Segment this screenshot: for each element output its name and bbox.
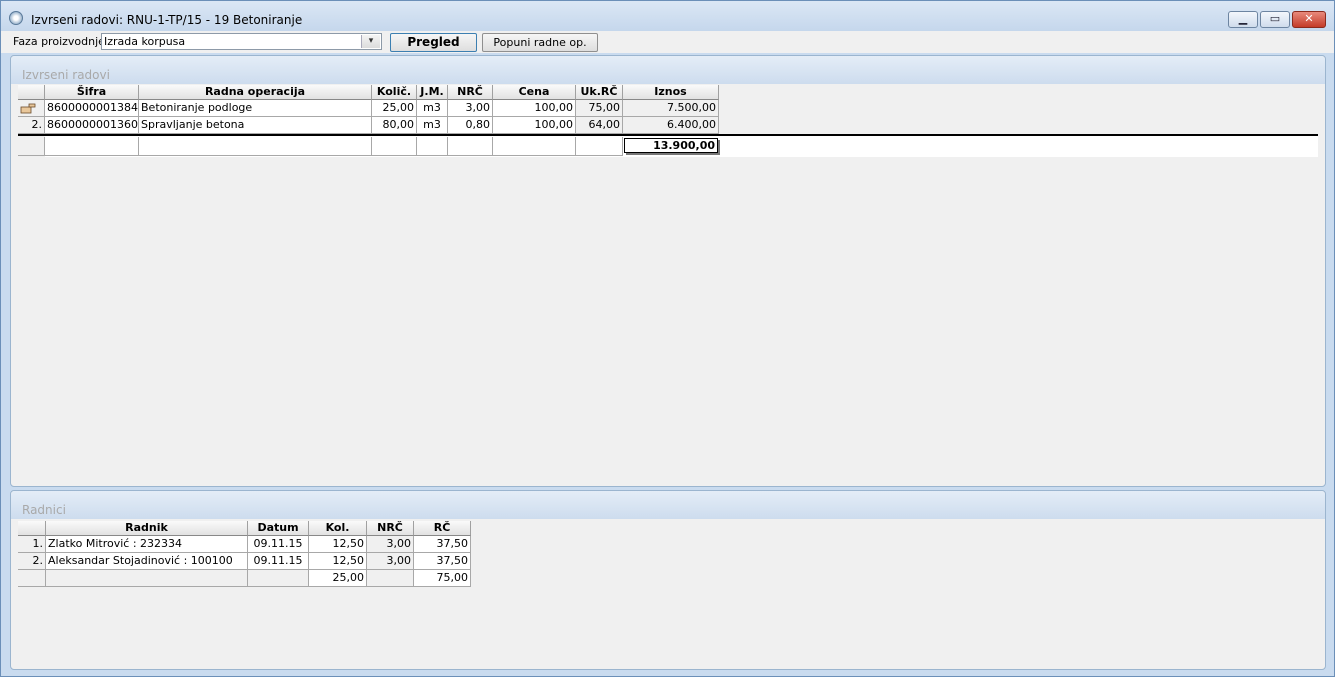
radnici-header-corner — [18, 521, 46, 536]
toolbar: Faza proizvodnje: Izrada korpusa ▾ Pregl… — [1, 31, 1334, 53]
window-title: Izvrseni radovi: RNU-1-TP/15 - 19 Betoni… — [31, 13, 303, 27]
col-header-radna-operacija[interactable]: Radna operacija — [139, 85, 372, 100]
col-header-nrc[interactable]: NRČ — [367, 521, 414, 536]
cell-cena[interactable]: 100,00 — [493, 117, 576, 134]
cell-kol[interactable]: 12,50 — [309, 536, 367, 553]
totals-cell — [45, 137, 139, 156]
title-bar[interactable]: Izvrseni radovi: RNU-1-TP/15 - 19 Betoni… — [1, 1, 1334, 31]
cell-radna-operacija[interactable]: Spravljanje betona — [139, 117, 372, 134]
cell-radnik[interactable]: Aleksandar Stojadinović : 100100 — [46, 553, 248, 570]
cell-cena[interactable]: 100,00 — [493, 100, 576, 117]
totals-cell — [448, 137, 493, 156]
col-header-cena[interactable]: Cena — [493, 85, 576, 100]
app-icon — [9, 11, 23, 25]
cell-nrc: 3,00 — [367, 553, 414, 570]
totals-cell — [576, 137, 623, 156]
totals-separator — [18, 134, 1318, 136]
col-header-jm[interactable]: J.M. — [417, 85, 448, 100]
cell-kol[interactable]: 12,50 — [309, 553, 367, 570]
radovi-header-corner — [18, 85, 45, 100]
close-button[interactable]: ✕ — [1292, 11, 1326, 28]
cell-ukrc: 75,00 — [576, 100, 623, 117]
totals-row-indicator — [18, 570, 46, 587]
col-header-iznos[interactable]: Iznos — [623, 85, 719, 100]
totals-row-indicator — [18, 137, 45, 156]
radovi-panel-title: Izvrseni radovi — [22, 68, 110, 82]
totals-cell — [367, 570, 414, 587]
totals-cell — [248, 570, 309, 587]
col-header-datum[interactable]: Datum — [248, 521, 309, 536]
totals-cell — [372, 137, 417, 156]
faza-label: Faza proizvodnje: — [13, 35, 109, 48]
cell-datum[interactable]: 09.11.15 — [248, 553, 309, 570]
faza-select[interactable]: Izrada korpusa ▾ — [101, 33, 382, 50]
total-kol: 25,00 — [309, 570, 367, 587]
minimize-button[interactable]: ▁ — [1228, 11, 1258, 28]
cell-ukrc: 64,00 — [576, 117, 623, 134]
row-number[interactable]: 1. — [18, 536, 46, 553]
radovi-grid[interactable]: Šifra Radna operacija Količ. J.M. NRČ Ce… — [18, 85, 1318, 480]
radnici-grid[interactable]: Radnik Datum Kol. NRČ RČ 1. Zlatko Mitro… — [18, 521, 1318, 661]
cell-jm[interactable]: m3 — [417, 100, 448, 117]
col-header-kol[interactable]: Kol. — [309, 521, 367, 536]
totals-cell — [493, 137, 576, 156]
totals-cell — [417, 137, 448, 156]
cell-kolic[interactable]: 25,00 — [372, 100, 417, 117]
radovi-panel-header: Izvrseni radovi — [11, 56, 1325, 84]
col-header-sifra[interactable]: Šifra — [45, 85, 139, 100]
cell-rc[interactable]: 37,50 — [414, 536, 471, 553]
cell-radnik[interactable]: Zlatko Mitrović : 232334 — [46, 536, 248, 553]
col-header-radnik[interactable]: Radnik — [46, 521, 248, 536]
cell-jm[interactable]: m3 — [417, 117, 448, 134]
col-header-nrc[interactable]: NRČ — [448, 85, 493, 100]
cell-rc[interactable]: 37,50 — [414, 553, 471, 570]
cell-kolic[interactable]: 80,00 — [372, 117, 417, 134]
col-header-rc[interactable]: RČ — [414, 521, 471, 536]
cell-sifra[interactable]: 8600000001360 — [45, 117, 139, 134]
cell-nrc[interactable]: 0,80 — [448, 117, 493, 134]
total-iznos: 13.900,00 — [624, 138, 718, 153]
row-number[interactable]: 2. — [18, 553, 46, 570]
popuni-radne-op-button[interactable]: Popuni radne op. — [482, 33, 598, 52]
pointer-hand-icon — [20, 103, 36, 114]
main-window: Izvrseni radovi: RNU-1-TP/15 - 19 Betoni… — [0, 0, 1335, 677]
row-number[interactable]: 2. — [18, 117, 45, 134]
col-header-kolic[interactable]: Količ. — [372, 85, 417, 100]
cell-sifra[interactable]: 8600000001384 — [45, 100, 139, 117]
totals-cell — [46, 570, 248, 587]
cell-iznos: 7.500,00 — [623, 100, 719, 117]
cell-nrc[interactable]: 3,00 — [448, 100, 493, 117]
maximize-button[interactable]: ▭ — [1260, 11, 1290, 28]
total-rc: 75,00 — [414, 570, 471, 587]
radnici-panel-title: Radnici — [22, 503, 66, 517]
chevron-down-icon[interactable]: ▾ — [361, 35, 380, 48]
cell-datum[interactable]: 09.11.15 — [248, 536, 309, 553]
cell-iznos: 6.400,00 — [623, 117, 719, 134]
totals-cell — [139, 137, 372, 156]
pregled-button[interactable]: Pregled — [390, 33, 477, 52]
radnici-panel-header: Radnici — [11, 491, 1325, 519]
radovi-panel: Izvrseni radovi Šifra Radna operacija Ko… — [10, 55, 1326, 487]
cell-radna-operacija[interactable]: Betoniranje podloge — [139, 100, 372, 117]
col-header-ukrc[interactable]: Uk.RČ — [576, 85, 623, 100]
row-indicator[interactable] — [18, 100, 45, 117]
radnici-panel: Radnici Radnik Datum Kol. NRČ RČ 1. Zlat… — [10, 490, 1326, 670]
cell-nrc: 3,00 — [367, 536, 414, 553]
faza-select-value: Izrada korpusa — [104, 35, 186, 48]
